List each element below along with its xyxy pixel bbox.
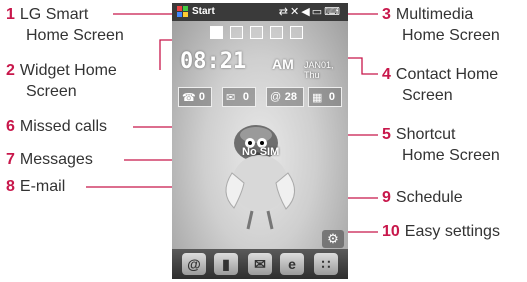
callout-5-line-2: Home Screen [402,147,500,164]
status-bar: Start ⇄✕◀▭⌨ [172,3,348,21]
callout-5-number: 5 [382,126,391,143]
indicator-shortcut-home[interactable] [290,26,303,39]
callout-2-line-2: Screen [26,83,77,100]
envelope-icon: ✉ [254,256,266,272]
indicator-widget-home[interactable] [230,26,243,39]
messages-count: 0 [242,91,249,103]
indicator-contact-home[interactable] [270,26,283,39]
callout-1: 1 LG Smart Home Screen [6,4,124,46]
missed-calls-count: 0 [198,91,205,103]
phone-screen: Start ⇄✕◀▭⌨ 08:21 AM JAN01, Thu ☎ 0 ✉ 0 … [172,3,348,279]
no-sim-text: No SIM [242,146,280,158]
clock-time: 08:21 [180,49,247,74]
clock-ampm: AM [272,56,294,72]
indicator-smart-home[interactable] [210,26,223,39]
schedule-count: 0 [328,91,335,103]
missed-calls-widget[interactable]: ☎ 0 [178,87,212,107]
callout-9: 9 Schedule [382,187,463,208]
email-icon: @ [270,91,282,103]
callout-6-number: 6 [6,118,15,135]
gear-icon: ⚙ [327,231,339,246]
volume-icon: ◀ [301,6,312,18]
keyboard-icon: ⌨ [324,6,342,18]
windows-start-icon[interactable] [177,6,189,18]
browser-icon: e [288,256,296,272]
wallpaper-bird-image [225,125,295,230]
callout-3-line-1: Multimedia [395,6,474,23]
messages-widget[interactable]: ✉ 0 [222,87,256,107]
callout-8-number: 8 [6,178,15,195]
callout-7: 7 Messages [6,149,93,170]
callout-6: 6 Missed calls [6,116,107,137]
battery-icon: ▭ [311,6,325,18]
callout-1-line-2: Home Screen [26,27,124,44]
callout-7-line-1: Messages [19,151,93,168]
callout-5: 5 Shortcut Home Screen [382,124,500,166]
dock-menu-button[interactable]: ∷ [314,253,338,275]
dock-browser-button[interactable]: e [280,253,304,275]
dock-contacts-button[interactable]: ▮ [214,253,238,275]
callout-2: 2 Widget Home Screen [6,60,117,102]
callout-9-number: 9 [382,189,391,206]
callout-3-number: 3 [382,6,391,23]
start-label[interactable]: Start [192,6,215,17]
callout-3: 3 Multimedia Home Screen [382,4,500,46]
email-count: 28 [284,91,297,103]
callout-8-line-1: E-mail [19,178,66,195]
callout-4-line-2: Screen [402,87,453,104]
phone-icon: ☎ [182,92,196,104]
callout-10-line-1: Easy settings [404,223,500,240]
envelope-icon: ✉ [226,92,236,104]
callout-10-number: 10 [382,223,400,240]
schedule-widget[interactable]: ▦ 0 [308,87,342,107]
at-icon: @ [187,256,201,272]
status-icons: ⇄✕◀▭⌨ [279,5,342,18]
callout-2-line-1: Widget Home [19,62,117,79]
easy-settings-button[interactable]: ⚙ [322,230,344,248]
dock-messages-button[interactable]: ✉ [248,253,272,275]
contact-icon: ▮ [222,256,230,272]
callout-5-line-1: Shortcut [395,126,456,143]
callout-6-line-1: Missed calls [19,118,108,135]
no-signal-icon: ✕ [290,6,302,18]
dock-email-button[interactable]: @ [182,253,206,275]
grid-icon: ∷ [321,256,331,272]
signal-icon: ⇄ [278,6,291,18]
calendar-icon: ▦ [312,92,323,104]
callout-1-number: 1 [6,6,15,23]
callout-4: 4 Contact Home Screen [382,64,498,106]
callout-7-number: 7 [6,151,15,168]
callout-9-line-1: Schedule [395,189,463,206]
dock-bar: @ ▮ ✉ e ∷ [172,249,348,279]
callout-1-line-1: LG Smart [19,6,89,23]
email-widget[interactable]: @ 28 [266,87,304,107]
indicator-multimedia-home[interactable] [250,26,263,39]
clock-date: JAN01, Thu [304,60,334,80]
callout-4-number: 4 [382,66,391,83]
callout-10: 10 Easy settings [382,221,500,242]
callout-4-line-1: Contact Home [395,66,499,83]
callout-8: 8 E-mail [6,176,65,197]
callout-2-number: 2 [6,62,15,79]
callout-3-line-2: Home Screen [402,27,500,44]
